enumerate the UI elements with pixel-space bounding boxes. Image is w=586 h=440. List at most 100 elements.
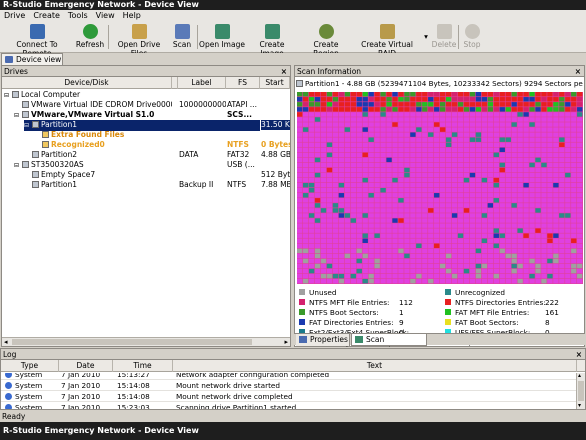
scan-block (422, 223, 428, 228)
scan-block (553, 213, 559, 218)
open-drive-files-button[interactable]: Open Drive Files (111, 22, 167, 58)
open-image-button[interactable]: Open Image (199, 22, 245, 52)
scan-block (440, 182, 446, 188)
drive-start-cell: 31.50 KB (261, 120, 290, 130)
scan-block (386, 112, 392, 117)
drive-name: Local Computer (21, 90, 81, 99)
menu-view[interactable]: View (92, 10, 119, 21)
scan-block (445, 117, 452, 122)
column-fs[interactable]: FS (226, 77, 260, 89)
scan-block (332, 273, 339, 279)
column-label[interactable]: Label (178, 77, 226, 89)
scan-block (374, 147, 380, 153)
drive-tree-row[interactable]: ⊟ ST3500320AS USB (... (2, 160, 290, 170)
scan-block (571, 137, 577, 142)
column-device-disk[interactable]: Device/Disk (2, 77, 172, 89)
scroll-left-icon[interactable]: ◂ (4, 338, 8, 346)
tab-device-view[interactable]: Device view (1, 53, 63, 65)
scan-block (344, 97, 351, 102)
drives-horizontal-scrollbar[interactable]: ◂ ▸ (2, 337, 290, 346)
scan-block-map[interactable] (297, 92, 583, 284)
column-date[interactable]: Date (59, 360, 113, 372)
drive-tree-row[interactable]: ⊟Partition131.50 KB (2, 120, 290, 131)
delete-button[interactable]: Delete (431, 22, 457, 52)
log-row[interactable]: System 7 Jan 2010 15:23:03 Scanning drive P… (1, 402, 577, 409)
scan-block (326, 193, 333, 198)
scan-block (463, 233, 470, 238)
scan-block (356, 268, 362, 274)
scan-block (535, 278, 541, 284)
scan-block (434, 172, 440, 178)
drive-tree-row[interactable]: ⊟ Local Computer (2, 90, 290, 100)
scrollbar-thumb[interactable] (578, 381, 584, 401)
scan-block (320, 137, 327, 142)
menu-create[interactable]: Create (29, 10, 64, 21)
log-row[interactable]: System 7 Jan 2010 15:14:08 Mount network dr… (1, 391, 577, 402)
refresh-button[interactable]: Refresh (74, 22, 106, 52)
scan-button[interactable]: Scan (169, 22, 195, 52)
scan-block (410, 117, 416, 122)
log-row[interactable]: System 7 Jan 2010 15:13:27 Network adapter … (1, 373, 577, 380)
drive-tree-row[interactable]: Recognized0 NTFS 0 Bytes (2, 140, 290, 150)
close-icon[interactable]: × (575, 66, 581, 77)
column-type[interactable]: Type (1, 360, 59, 372)
drive-tree-row[interactable]: Partition1 Backup II NTFS 7.88 MB (2, 180, 290, 190)
scan-block (356, 233, 362, 238)
scan-block (422, 177, 428, 183)
scan-block (571, 182, 577, 188)
menu-help[interactable]: Help (119, 10, 145, 21)
tab-scan-information[interactable]: Scan information (351, 334, 427, 356)
menu-drive[interactable]: Drive (0, 10, 29, 21)
scan-block (493, 97, 499, 102)
scan-block (398, 193, 404, 198)
scan-block (314, 182, 321, 188)
drive-tree-row[interactable]: ⊟ VMware,VMware Virtual S1.0 SCS... (2, 110, 290, 120)
stop-button[interactable]: Stop (460, 22, 484, 52)
create-region-button[interactable]: Create Region (300, 22, 352, 58)
scan-block (475, 122, 482, 127)
scan-block (571, 157, 577, 163)
scan-block (475, 127, 482, 132)
scroll-down-icon[interactable]: ▾ (578, 403, 584, 409)
column-time[interactable]: Time (113, 360, 173, 372)
close-icon[interactable]: × (281, 66, 287, 77)
tab-properties[interactable]: Properties (296, 334, 350, 346)
scan-block (493, 243, 499, 249)
scan-block (314, 102, 321, 107)
drive-tree-row[interactable]: Extra Found Files (2, 130, 290, 140)
scan-block (302, 132, 309, 137)
scan-block (493, 92, 499, 97)
scan-block (565, 243, 571, 249)
drive-tree-row[interactable]: VMware Virtual IDE CDROM Drive0000000110… (2, 100, 290, 110)
scan-block (475, 167, 482, 173)
scan-block (487, 142, 494, 147)
create-image-button[interactable]: Create Image (247, 22, 297, 58)
menu-tools[interactable]: Tools (64, 10, 92, 21)
scan-block (422, 278, 428, 284)
log-type-cell: System (15, 381, 43, 390)
scan-block (416, 182, 422, 188)
scan-block (434, 243, 440, 249)
scan-block (457, 162, 464, 168)
drive-tree-row[interactable]: Empty Space7512 Bytes (2, 170, 290, 180)
scan-block (511, 147, 517, 153)
scan-block (523, 102, 529, 107)
drive-tree-row[interactable]: Partition2 DATA FAT32 4.88 GB (2, 150, 290, 160)
raid-dropdown-chevron-icon[interactable]: ▾ (422, 22, 430, 52)
scan-block (392, 147, 398, 153)
column-start[interactable]: Start (260, 77, 290, 89)
scan-block (505, 258, 511, 264)
column-text[interactable]: Text (173, 360, 577, 372)
scrollbar-thumb[interactable] (12, 339, 252, 345)
scroll-right-icon[interactable]: ▸ (284, 338, 288, 346)
scan-block (410, 258, 416, 264)
create-virtual-raid-button[interactable]: Create Virtual RAID (354, 22, 420, 58)
scroll-up-icon[interactable]: ▴ (578, 373, 584, 379)
connect-to-remote-button[interactable]: Connect To Remote (2, 22, 72, 58)
log-row[interactable]: System 7 Jan 2010 15:14:08 Mount network dr… (1, 380, 577, 391)
scan-block (517, 208, 523, 213)
log-vertical-scrollbar[interactable]: ▴ ▾ (576, 373, 585, 409)
scan-block (475, 233, 482, 238)
scan-block (523, 208, 529, 213)
close-icon[interactable]: × (576, 349, 582, 360)
